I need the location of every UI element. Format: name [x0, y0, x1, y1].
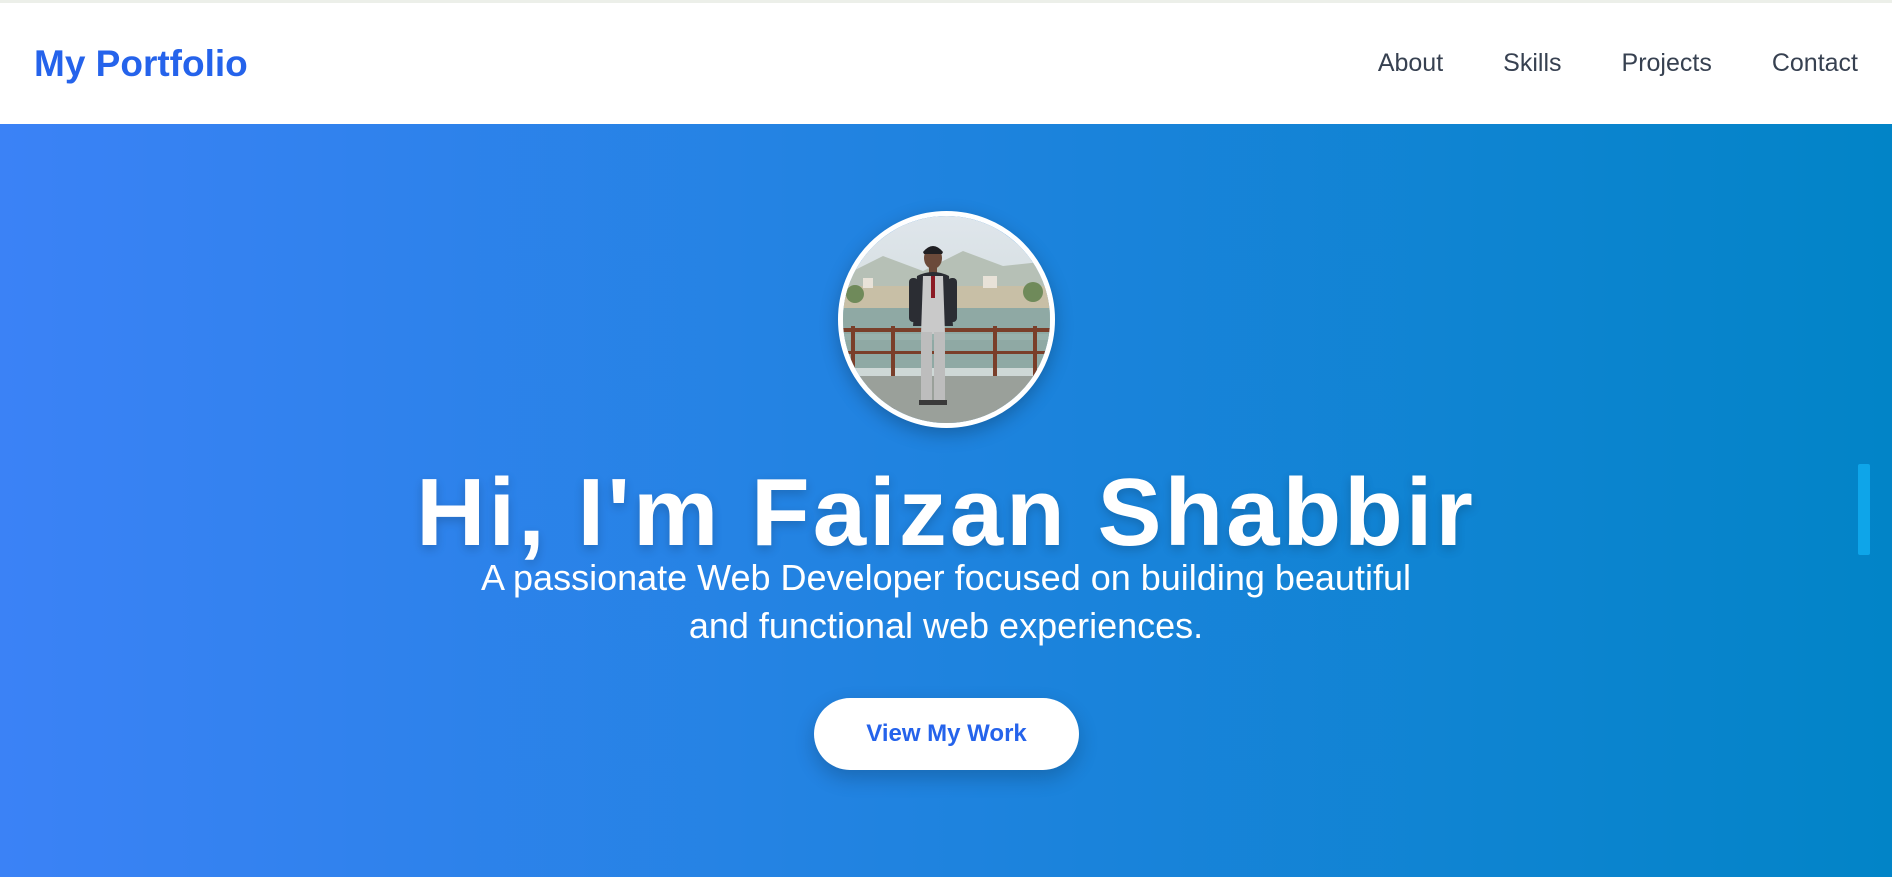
- nav-link-contact[interactable]: Contact: [1772, 49, 1858, 78]
- brand-logo-link[interactable]: My Portfolio: [34, 43, 248, 85]
- scroll-indicator[interactable]: [1858, 464, 1870, 555]
- nav-link-about[interactable]: About: [1378, 49, 1443, 78]
- nav-link-projects[interactable]: Projects: [1622, 49, 1712, 78]
- hero-subtitle: A passionate Web Developer focused on bu…: [481, 557, 1411, 646]
- navbar: My Portfolio About Skills Projects Conta…: [0, 3, 1892, 124]
- nav-links: About Skills Projects Contact: [1318, 49, 1858, 78]
- profile-avatar: [838, 211, 1055, 428]
- view-my-work-button[interactable]: View My Work: [814, 698, 1079, 770]
- hero-section: Hi, I'm Faizan Shabbir A passionate Web …: [0, 124, 1892, 877]
- profile-photo-icon: [843, 216, 1050, 423]
- nav-link-skills[interactable]: Skills: [1503, 49, 1561, 78]
- hero-title: Hi, I'm Faizan Shabbir: [416, 459, 1476, 566]
